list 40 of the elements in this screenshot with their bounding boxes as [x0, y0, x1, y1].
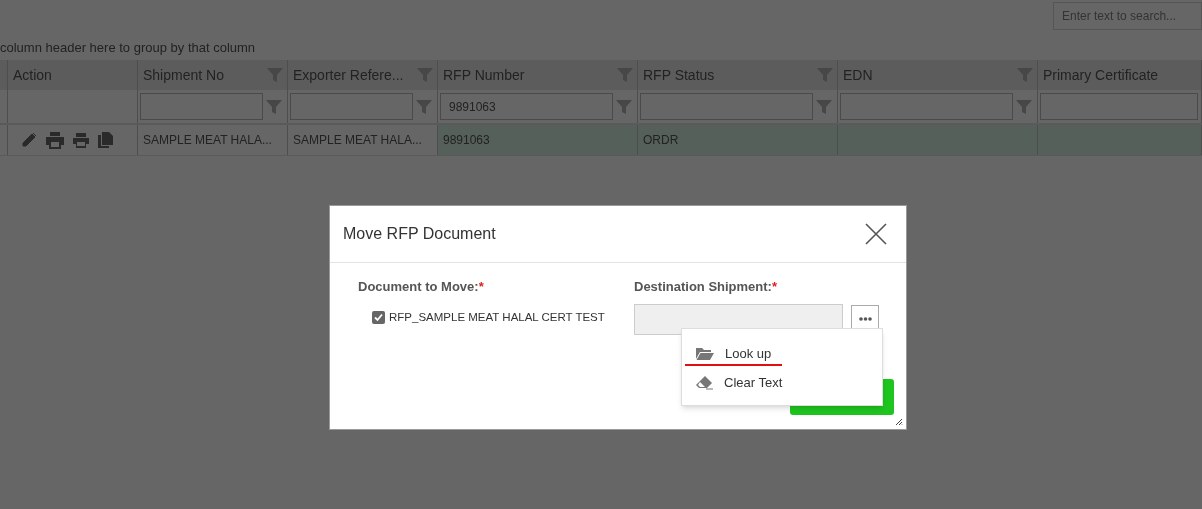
table-cell: ORDR	[638, 125, 838, 155]
checkbox[interactable]	[372, 310, 385, 324]
filter-field[interactable]	[140, 93, 263, 120]
required-mark: *	[771, 279, 777, 294]
filter-icon[interactable]	[416, 99, 432, 114]
dialog-title: Move RFP Document	[343, 224, 496, 244]
printer-icon[interactable]	[46, 131, 64, 149]
dots-icon	[858, 317, 872, 321]
column-header[interactable]: Shipment No	[143, 64, 224, 86]
resize-grip-icon[interactable]	[895, 418, 903, 426]
column-header[interactable]: EDN	[843, 64, 873, 86]
filter-field[interactable]	[290, 93, 413, 120]
filter-icon[interactable]	[266, 99, 282, 114]
group-hint: column header here to group by that column	[0, 39, 257, 56]
column-header[interactable]: Action	[13, 64, 52, 86]
required-mark: *	[478, 279, 484, 294]
filter-field[interactable]	[840, 93, 1013, 120]
filter-icon[interactable]	[816, 99, 832, 114]
field-label: Destination Shipment:	[634, 279, 772, 294]
column-header[interactable]: Exporter Refere...	[293, 64, 404, 86]
filter-field[interactable]: 9891063	[440, 93, 613, 120]
filter-field[interactable]	[640, 93, 813, 120]
printer-icon[interactable]	[73, 132, 89, 148]
document-name: RFP_SAMPLE MEAT HALAL CERT TEST	[389, 309, 605, 325]
field-label: Document to Move:	[358, 279, 479, 294]
filter-icon[interactable]	[1016, 99, 1032, 114]
pencil-icon[interactable]	[21, 132, 37, 148]
menu-item[interactable]: Clear Text	[724, 372, 783, 393]
copy-icon[interactable]	[98, 132, 113, 148]
column-header[interactable]: Primary Certificate	[1043, 64, 1159, 86]
column-header[interactable]: RFP Status	[643, 64, 715, 86]
filter-field[interactable]	[1040, 93, 1198, 120]
eraser-icon	[696, 375, 713, 390]
table-cell: SAMPLE MEAT HALA...	[138, 125, 288, 155]
menu-item[interactable]: Look up	[725, 343, 772, 364]
folder-icon	[696, 347, 714, 360]
column-header[interactable]: RFP Number	[443, 64, 525, 86]
filter-icon[interactable]	[616, 99, 632, 114]
table-cell: 9891063	[438, 125, 638, 155]
close-icon[interactable]	[865, 223, 887, 245]
